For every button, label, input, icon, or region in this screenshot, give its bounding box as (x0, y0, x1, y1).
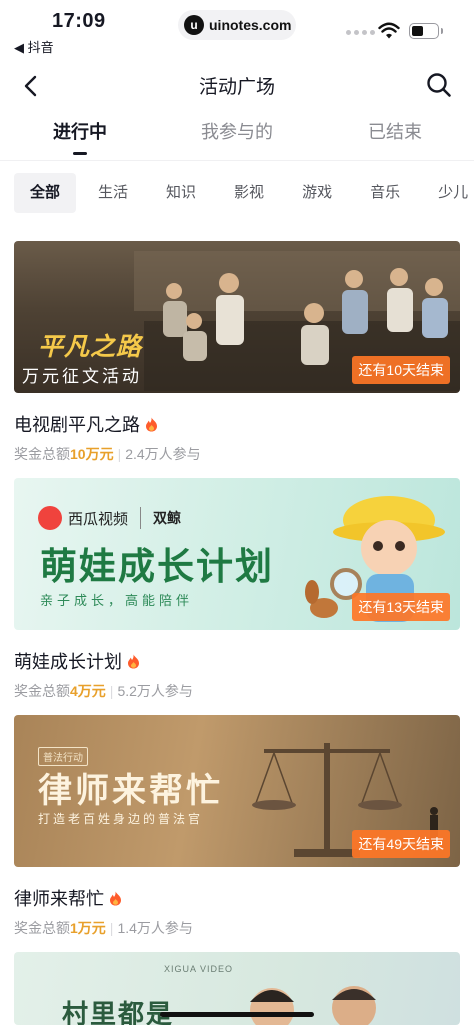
participant-count: 1.4万人参与 (117, 920, 193, 936)
search-icon (427, 73, 451, 97)
banner-brand: 西瓜视频 双鲸 (38, 506, 181, 530)
tab-participated[interactable]: 我参与的 (177, 118, 297, 144)
prize-amount: 10万元 (70, 446, 114, 462)
activity-banner[interactable]: 西瓜视频 双鲸 萌娃成长计划 亲子成长，高能陪伴 还有13天结束 (14, 478, 460, 630)
prize-amount: 4万元 (70, 683, 106, 699)
activity-card[interactable]: 西瓜视频 双鲸 萌娃成长计划 亲子成长，高能陪伴 还有13天结束 萌娃成长计划 … (14, 478, 460, 701)
brand-name: 西瓜视频 (68, 510, 129, 528)
chip-knowledge[interactable]: 知识 (150, 173, 212, 213)
category-chips: 全部 生活 知识 影视 游戏 音乐 少儿 (14, 173, 474, 213)
back-to-app-link[interactable]: ◀ 抖音 (14, 37, 54, 56)
nav-bar: 活动广场 (0, 60, 474, 110)
participant-count: 5.2万人参与 (117, 683, 193, 699)
banner-title: 律师来帮忙 (38, 772, 223, 810)
wifi-icon (378, 22, 400, 39)
chip-life[interactable]: 生活 (82, 173, 144, 213)
activity-card[interactable]: 普法行动 律师来帮忙 打造老百姓身边的普法官 还有49天结束 律师来帮忙 奖金总… (14, 715, 460, 938)
hot-flame-icon (146, 417, 157, 431)
countdown-badge: 还有10天结束 (352, 356, 450, 384)
brand-divider (140, 507, 142, 529)
banner-subtitle: 亲子成长，高能陪伴 (40, 593, 194, 608)
tab-label: 进行中 (53, 122, 107, 142)
banner-subtitle: 万元征文活动 (22, 367, 142, 386)
signal-icon (346, 30, 375, 35)
tab-label: 我参与的 (201, 122, 273, 142)
prize-label: 奖金总额 (14, 683, 70, 699)
active-tab-indicator (73, 152, 87, 155)
url-text: uinotes.com (209, 17, 292, 33)
chip-all[interactable]: 全部 (14, 173, 77, 213)
main-tabs: 进行中 我参与的 已结束 (0, 118, 474, 160)
xigua-logo-icon (38, 506, 62, 530)
co-brand-name: 双鲸 (153, 510, 182, 526)
home-indicator[interactable] (160, 1012, 314, 1017)
banner-logo: 平凡之路 (38, 333, 143, 361)
card-title: 律师来帮忙 (14, 889, 104, 909)
card-title: 萌娃成长计划 (14, 652, 122, 672)
chip-game[interactable]: 游戏 (286, 173, 348, 213)
chip-music[interactable]: 音乐 (354, 173, 416, 213)
card-meta: 奖金总额10万元 | 2.4万人参与 (14, 444, 460, 464)
meta-separator: | (109, 683, 114, 699)
prize-amount: 1万元 (70, 920, 106, 936)
url-pill[interactable]: u uinotes.com (178, 10, 296, 40)
site-logo-icon: u (184, 15, 204, 35)
banner-brand: XIGUA VIDEO (164, 964, 234, 974)
countdown-badge: 还有13天结束 (352, 593, 450, 621)
hot-flame-icon (128, 654, 139, 668)
prize-label: 奖金总额 (14, 920, 70, 936)
banner-title: 村里都是 (62, 999, 175, 1025)
meta-separator: | (109, 920, 114, 936)
tab-label: 已结束 (368, 122, 422, 142)
meta-separator: | (117, 446, 122, 462)
battery-icon (409, 23, 443, 39)
tab-in-progress[interactable]: 进行中 (20, 118, 140, 155)
banner-subtitle: 打造老百姓身边的普法官 (38, 812, 204, 826)
hot-flame-icon (110, 891, 121, 905)
hosts-illustration (250, 986, 376, 1025)
card-title-row: 律师来帮忙 (14, 885, 460, 911)
card-title-row: 电视剧平凡之路 (14, 411, 460, 437)
activity-banner[interactable]: 普法行动 律师来帮忙 打造老百姓身边的普法官 还有49天结束 (14, 715, 460, 867)
status-bar: 17:09 ◀ 抖音 u uinotes.com (0, 0, 474, 58)
activity-card[interactable]: 平凡之路 万元征文活动 还有10天结束 电视剧平凡之路 奖金总额10万元 | 2.4… (14, 241, 460, 464)
countdown-badge: 还有49天结束 (352, 830, 450, 858)
participant-count: 2.4万人参与 (125, 446, 201, 462)
banner-title: 萌娃成长计划 (40, 546, 274, 587)
card-title: 电视剧平凡之路 (14, 415, 140, 435)
card-meta: 奖金总额4万元 | 5.2万人参与 (14, 681, 460, 701)
divider (0, 160, 474, 161)
status-time: 17:09 (52, 10, 106, 32)
chip-film[interactable]: 影视 (218, 173, 280, 213)
page-title: 活动广场 (198, 77, 275, 98)
tab-ended[interactable]: 已结束 (335, 118, 455, 144)
search-button[interactable] (422, 68, 456, 102)
activity-banner[interactable]: 平凡之路 万元征文活动 还有10天结束 (14, 241, 460, 393)
prize-label: 奖金总额 (14, 446, 70, 462)
card-title-row: 萌娃成长计划 (14, 648, 460, 674)
card-meta: 奖金总额1万元 | 1.4万人参与 (14, 918, 460, 938)
chip-kids[interactable]: 少儿 (422, 173, 474, 213)
